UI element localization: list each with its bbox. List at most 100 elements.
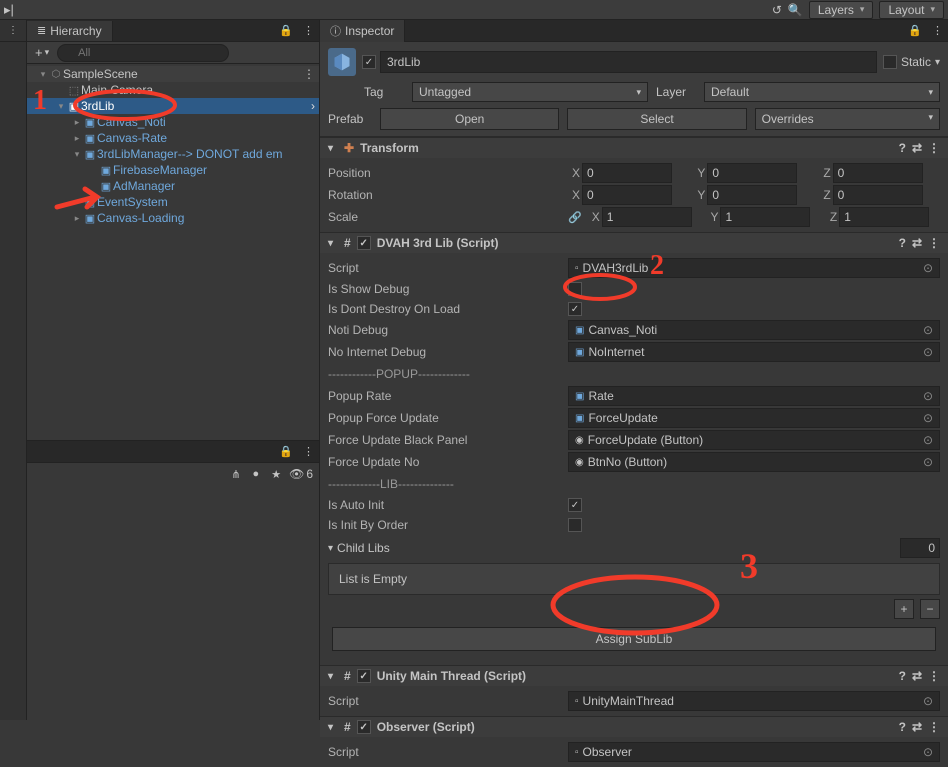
popup-force-ref[interactable]: ▣ForceUpdate⊙ xyxy=(568,408,940,428)
preset-icon[interactable]: ⇄ xyxy=(912,669,922,683)
object-picker-icon[interactable]: ⊙ xyxy=(923,745,933,759)
fold-icon[interactable]: ▾ xyxy=(328,722,338,733)
tree-item-main-camera[interactable]: ⬚Main Camera xyxy=(27,82,319,98)
tag-icon[interactable]: ● xyxy=(249,466,264,482)
menu-icon[interactable]: ⋮ xyxy=(928,236,940,250)
rotation-y[interactable] xyxy=(707,185,797,205)
scale-y[interactable] xyxy=(720,207,810,227)
list-remove-button[interactable]: − xyxy=(920,599,940,619)
layer-dropdown[interactable]: Default xyxy=(704,82,940,102)
object-name-field[interactable] xyxy=(380,51,877,73)
search-icon[interactable]: 🔍 xyxy=(788,3,803,17)
gameobject-icon[interactable] xyxy=(328,48,356,76)
popup-rate-ref[interactable]: ▣Rate⊙ xyxy=(568,386,940,406)
fold-icon[interactable]: ▾ xyxy=(55,101,67,112)
child-libs-count[interactable] xyxy=(900,538,940,558)
preset-icon[interactable]: ⇄ xyxy=(912,720,922,734)
panel-menu-icon[interactable]: ⋮ xyxy=(298,22,319,39)
scene-menu-icon[interactable]: ⋮ xyxy=(303,67,315,81)
prefab-open-button[interactable]: Open xyxy=(380,108,559,130)
script-reference[interactable]: ▫UnityMainThread⊙ xyxy=(568,691,940,711)
preset-icon[interactable]: ⇄ xyxy=(912,141,922,155)
object-picker-icon[interactable]: ⊙ xyxy=(923,694,933,708)
fold-icon[interactable]: ▸ xyxy=(71,117,83,128)
tab-hierarchy[interactable]: ≣ Hierarchy xyxy=(27,21,113,41)
help-icon[interactable]: ? xyxy=(899,236,906,250)
script-reference[interactable]: ▫Observer⊙ xyxy=(568,742,940,762)
gutter-menu-icon[interactable]: ⋮ xyxy=(0,20,26,42)
rotation-x[interactable] xyxy=(582,185,672,205)
auto-init-checkbox[interactable] xyxy=(568,498,582,512)
scale-x[interactable] xyxy=(602,207,692,227)
tree-item-admanager[interactable]: ▣AdManager xyxy=(27,178,319,194)
object-picker-icon[interactable]: ⊙ xyxy=(923,455,933,469)
create-dropdown[interactable]: + xyxy=(31,45,53,60)
fold-icon[interactable]: ▾ xyxy=(328,143,338,154)
hierarchy-search[interactable] xyxy=(57,44,229,62)
tree-item-3rdlibmanager[interactable]: ▾▣3rdLibManager--> DONOT add em xyxy=(27,146,319,162)
tree-item-canvas-rate[interactable]: ▸▣Canvas-Rate xyxy=(27,130,319,146)
panel-lock-icon[interactable]: 🔒 xyxy=(274,443,298,460)
component-enable-checkbox[interactable] xyxy=(357,236,371,250)
history-icon[interactable]: ↺ xyxy=(772,3,782,17)
fold-icon[interactable]: ▾ xyxy=(37,69,49,80)
help-icon[interactable]: ? xyxy=(899,720,906,734)
active-checkbox[interactable] xyxy=(362,55,376,69)
rotation-z[interactable] xyxy=(833,185,923,205)
tree-item-eventsystem[interactable]: ▣EventSystem xyxy=(27,194,319,210)
object-picker-icon[interactable]: ⊙ xyxy=(923,345,933,359)
chevron-right-icon[interactable]: › xyxy=(311,99,315,113)
layers-dropdown[interactable]: Layers xyxy=(809,1,874,19)
star-icon[interactable]: ★ xyxy=(267,466,285,483)
panel-lock-icon[interactable]: 🔒 xyxy=(274,22,298,39)
preset-icon[interactable]: ⇄ xyxy=(912,236,922,250)
noti-debug-ref[interactable]: ▣Canvas_Noti⊙ xyxy=(568,320,940,340)
object-picker-icon[interactable]: ⊙ xyxy=(923,261,933,275)
prefab-select-button[interactable]: Select xyxy=(567,108,746,130)
tree-item-canvas-noti[interactable]: ▸▣Canvas_Noti xyxy=(27,114,319,130)
force-panel-ref[interactable]: ◉ForceUpdate (Button)⊙ xyxy=(568,430,940,450)
fold-icon[interactable]: ▾ xyxy=(71,149,83,160)
object-picker-icon[interactable]: ⊙ xyxy=(923,411,933,425)
tree-item-3rdlib[interactable]: ▾▣3rdLib› xyxy=(27,98,319,114)
prefab-overrides-dropdown[interactable]: Overrides xyxy=(755,108,940,130)
static-checkbox[interactable] xyxy=(883,55,897,69)
scene-row[interactable]: ▾ ⬡ SampleScene ⋮ xyxy=(27,66,319,82)
position-z[interactable] xyxy=(833,163,923,183)
hidden-count[interactable]: 👁6 xyxy=(289,467,313,481)
no-internet-ref[interactable]: ▣NoInternet⊙ xyxy=(568,342,940,362)
fold-icon[interactable]: ▸ xyxy=(71,133,83,144)
list-add-button[interactable]: + xyxy=(894,599,914,619)
init-order-checkbox[interactable] xyxy=(568,518,582,532)
fold-icon[interactable]: ▾ xyxy=(328,543,333,554)
filter-icon[interactable]: ⋔ xyxy=(227,466,244,483)
tab-inspector[interactable]: ⓘ Inspector xyxy=(320,20,405,42)
tag-dropdown[interactable]: Untagged xyxy=(412,82,648,102)
chevron-down-icon[interactable]: ▾ xyxy=(935,57,940,68)
link-icon[interactable]: 🔗 xyxy=(568,211,582,224)
position-y[interactable] xyxy=(707,163,797,183)
component-enable-checkbox[interactable] xyxy=(357,669,371,683)
layout-dropdown[interactable]: Layout xyxy=(879,1,944,19)
help-icon[interactable]: ? xyxy=(899,669,906,683)
show-debug-checkbox[interactable] xyxy=(568,282,582,296)
fold-icon[interactable]: ▾ xyxy=(328,671,338,682)
panel-lock-icon[interactable]: 🔒 xyxy=(903,22,927,39)
object-picker-icon[interactable]: ⊙ xyxy=(923,433,933,447)
menu-icon[interactable]: ⋮ xyxy=(928,720,940,734)
force-no-ref[interactable]: ◉BtnNo (Button)⊙ xyxy=(568,452,940,472)
fold-icon[interactable]: ▾ xyxy=(328,238,338,249)
panel-menu-icon[interactable]: ⋮ xyxy=(298,443,319,460)
component-enable-checkbox[interactable] xyxy=(357,720,371,734)
dont-destroy-checkbox[interactable] xyxy=(568,302,582,316)
tree-item-canvas-loading[interactable]: ▸▣Canvas-Loading xyxy=(27,210,319,226)
object-picker-icon[interactable]: ⊙ xyxy=(923,389,933,403)
tree-item-firebase[interactable]: ▣FirebaseManager xyxy=(27,162,319,178)
position-x[interactable] xyxy=(582,163,672,183)
assign-sublib-button[interactable]: Assign SubLib xyxy=(332,627,936,651)
help-icon[interactable]: ? xyxy=(899,141,906,155)
object-picker-icon[interactable]: ⊙ xyxy=(923,323,933,337)
play-step-icon[interactable]: ▸| xyxy=(4,2,14,18)
menu-icon[interactable]: ⋮ xyxy=(928,669,940,683)
script-reference[interactable]: ▫DVAH3rdLib⊙ xyxy=(568,258,940,278)
